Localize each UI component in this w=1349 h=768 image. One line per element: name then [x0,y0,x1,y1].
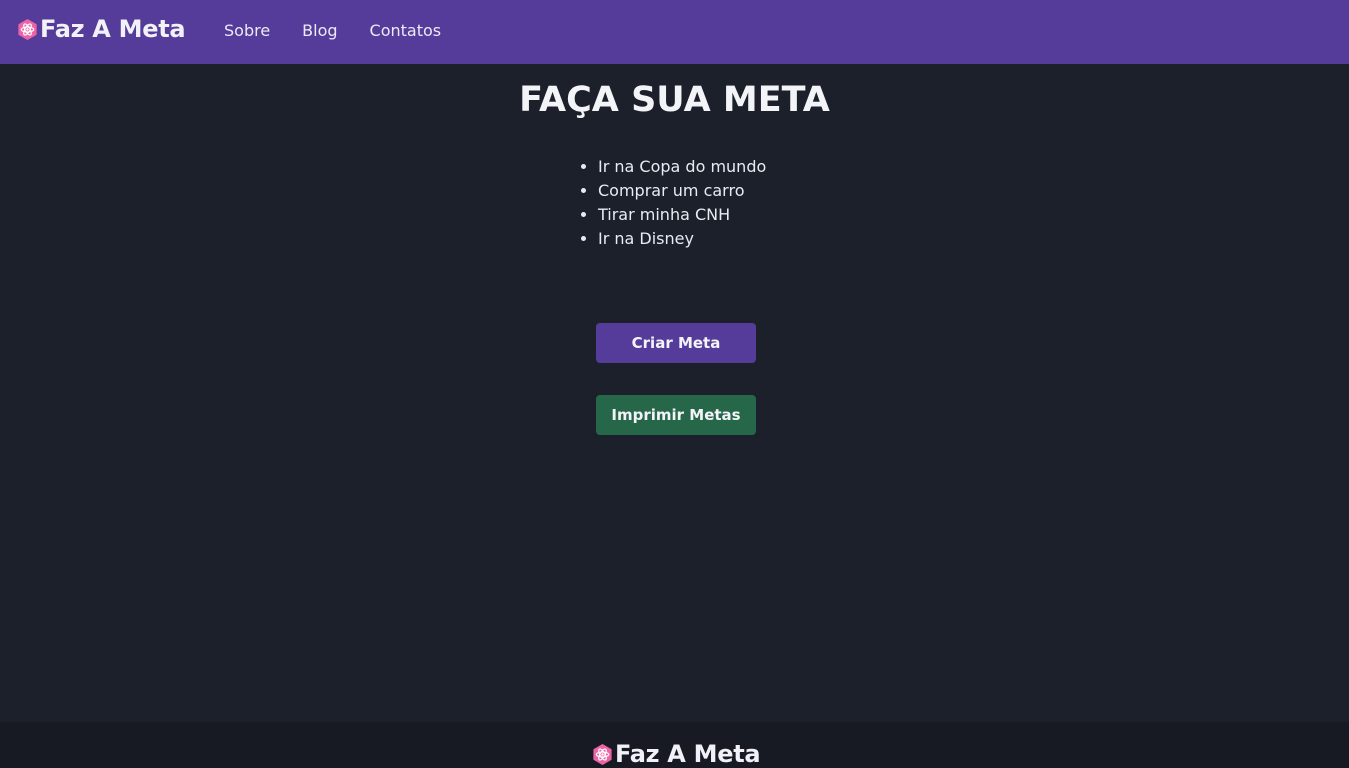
footer: Faz A Meta [0,722,1349,768]
atom-hexagon-icon [18,18,37,40]
list-item: Tirar minha CNH [598,203,766,227]
goals-list: Ir na Copa do mundo Comprar um carro Tir… [598,155,766,251]
list-item: Comprar um carro [598,179,766,203]
nav-link-sobre[interactable]: Sobre [224,21,270,40]
brand-link[interactable]: Faz A Meta [16,15,186,43]
footer-brand-name: Faz A Meta [615,740,761,768]
list-item: Ir na Disney [598,227,766,251]
nav-menu: Sobre Blog Contatos [224,21,473,40]
page-title: FAÇA SUA META [519,80,830,120]
nav-link-blog[interactable]: Blog [302,21,337,40]
footer-brand: Faz A Meta [591,740,761,768]
navbar: Faz A Meta Sobre Blog Contatos [0,0,1349,64]
nav-link-contatos[interactable]: Contatos [370,21,442,40]
atom-hexagon-icon [593,743,612,765]
print-goals-button[interactable]: Imprimir Metas [596,395,756,435]
brand-name: Faz A Meta [40,15,186,43]
create-goal-button[interactable]: Criar Meta [596,323,756,363]
list-item: Ir na Copa do mundo [598,155,766,179]
